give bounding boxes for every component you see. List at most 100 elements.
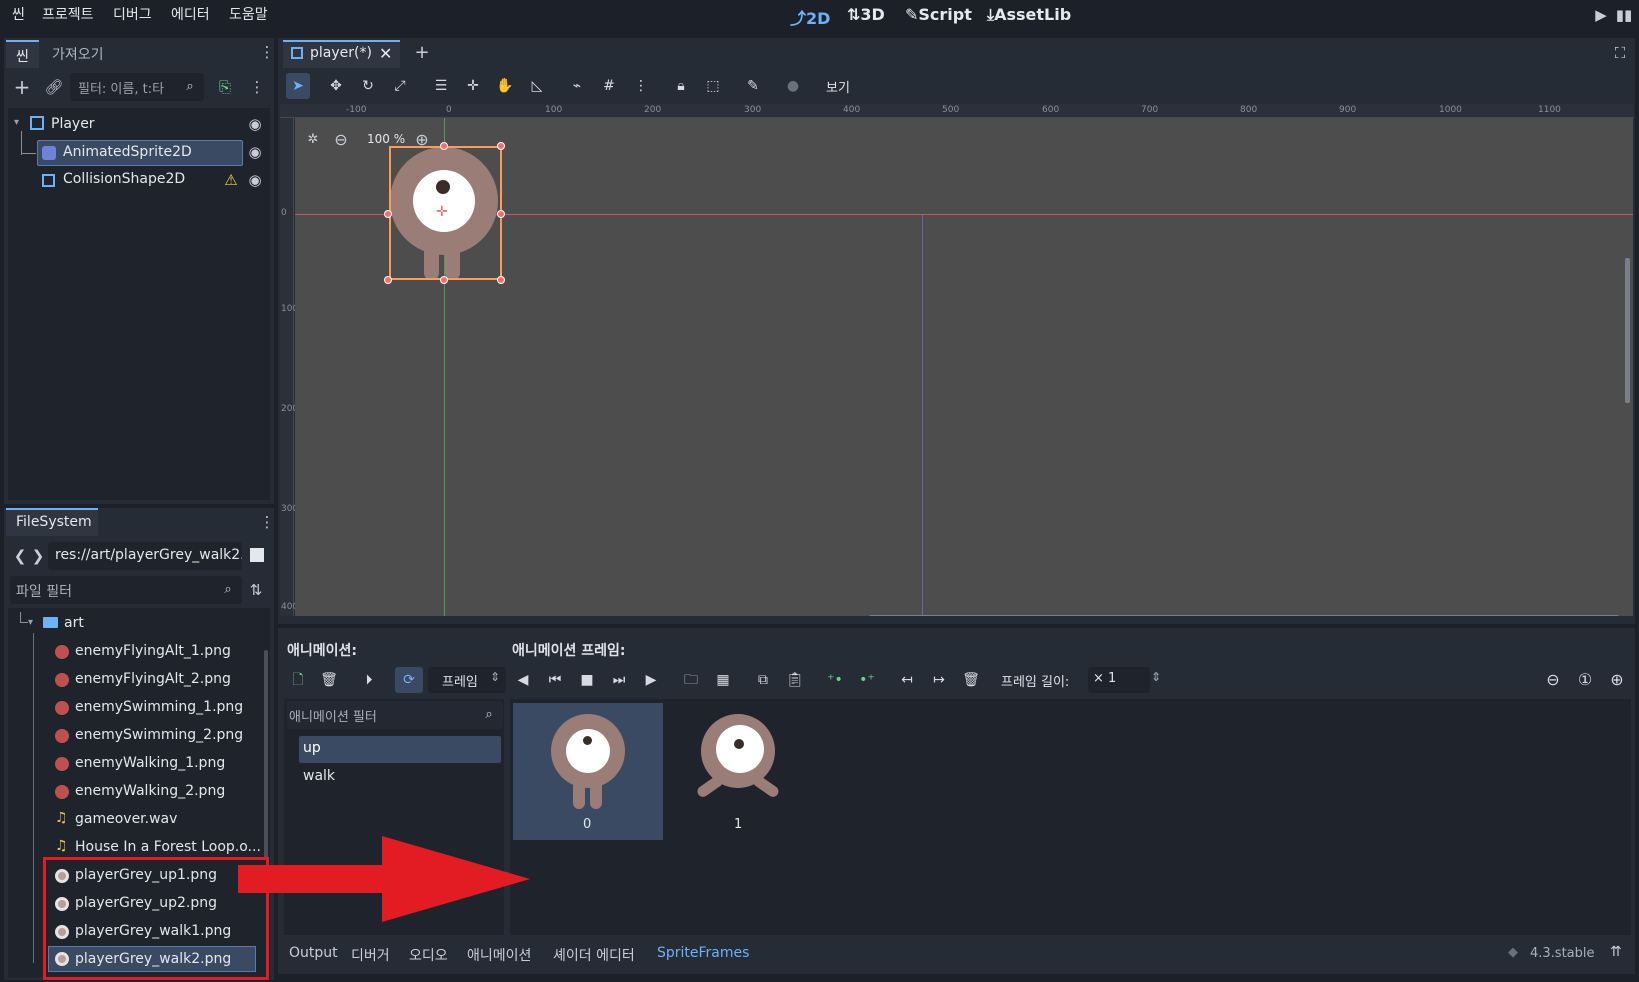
autoplay-icon[interactable]: ⏵ [358, 670, 380, 690]
ruler-icon[interactable]: ◺ [526, 76, 548, 96]
frame-item-1[interactable]: 1 [663, 703, 813, 840]
bone-icon[interactable]: ✎ [742, 76, 764, 96]
visibility-eye-icon[interactable]: ◉ [245, 170, 265, 190]
new-scene-tab-icon[interactable]: + [412, 43, 432, 63]
dock-menu-icon[interactable]: ⋮ [257, 512, 277, 532]
stop-icon[interactable]: ■ [576, 670, 598, 690]
move-right-icon[interactable]: ↦ [928, 670, 950, 690]
animation-item-walk[interactable]: walk [299, 764, 501, 791]
play-icon[interactable]: ▶ [640, 670, 662, 690]
move-left-icon[interactable]: ↤ [896, 670, 918, 690]
animation-filter-input[interactable]: 애니메이션 필터 ⌕ [287, 701, 503, 729]
file-item[interactable]: enemyFlyingAlt_2.png [50, 666, 250, 694]
menu-scene[interactable]: 씬 [12, 4, 25, 24]
center-view-icon[interactable]: ✲ [303, 130, 323, 150]
play-from-start-icon[interactable]: ⏭ [608, 670, 630, 690]
file-item[interactable]: enemyWalking_1.png [50, 750, 250, 778]
viewport-2d[interactable]: ✲ ⊖ 100 % ⊕ ✛ [295, 118, 1633, 616]
camera-icon[interactable]: ● [782, 76, 804, 96]
attach-script-icon[interactable]: ⎘ [215, 77, 235, 97]
group-icon[interactable]: ⬚ [702, 76, 724, 96]
animation-item-up[interactable]: up [299, 736, 501, 763]
file-filter-input[interactable]: 파일 필터 ⌕ [10, 576, 242, 604]
back-icon[interactable]: ❮ [10, 546, 30, 566]
scrollbar[interactable] [264, 650, 268, 860]
new-animation-icon[interactable]: 🗋︎ [287, 670, 309, 690]
collapse-arrow-icon[interactable]: ▾ [28, 617, 33, 628]
zoom-reset-icon[interactable]: ① [1574, 670, 1596, 690]
visibility-eye-icon[interactable]: ◉ [245, 114, 265, 134]
resize-handle[interactable] [497, 142, 505, 150]
view-menu[interactable]: 보기 [826, 77, 850, 96]
frame-item-0[interactable]: 0 [513, 703, 663, 840]
forward-icon[interactable]: ❯ [28, 546, 48, 566]
workspace-script[interactable]: ✎Script [905, 5, 972, 24]
bottom-tab-animation[interactable]: 애니메이션 [467, 945, 531, 965]
bottom-tab-debugger[interactable]: 디버거 [351, 945, 390, 965]
bottom-tab-spriteframes[interactable]: SpriteFrames [657, 945, 749, 961]
more-icon[interactable]: ⋮ [247, 77, 267, 97]
file-item[interactable]: enemyFlyingAlt_1.png [50, 638, 250, 666]
menu-debug[interactable]: 디버그 [113, 4, 152, 24]
pause-icon[interactable]: ▮▮ [1614, 5, 1634, 25]
pan-hand-icon[interactable]: ✋ [494, 76, 516, 96]
snap-options-icon[interactable]: ⋮ [630, 76, 652, 96]
resize-handle[interactable] [440, 142, 448, 150]
play-backwards-from-end-icon[interactable]: ⏮ [544, 670, 566, 690]
tree-item-player[interactable]: Player [51, 116, 95, 132]
resize-handle[interactable] [384, 210, 392, 218]
file-item[interactable]: ♫ gameover.wav [50, 806, 250, 834]
scene-filter-input[interactable]: 필터: 이름, t:타 ⌕ [70, 73, 204, 101]
link-icon[interactable]: 🔗︎ [44, 77, 64, 97]
viewport-scrollbar-h[interactable] [869, 615, 1619, 616]
expand-panel-icon[interactable]: ⇈ [1610, 944, 1622, 960]
insert-after-icon[interactable]: •⁺ [856, 670, 878, 690]
scale-icon[interactable]: ⤢ [389, 76, 411, 96]
file-item[interactable]: enemyWalking_2.png [50, 778, 250, 806]
resize-handle[interactable] [440, 276, 448, 284]
load-folder-icon[interactable]: 🗀︎ [680, 670, 702, 690]
zoom-in-icon[interactable]: ⊕ [1606, 670, 1628, 690]
resize-handle[interactable] [497, 210, 505, 218]
folder-art[interactable]: art [64, 615, 84, 631]
tab-filesystem[interactable]: FileSystem [6, 508, 98, 536]
zoom-level[interactable]: 100 % [367, 132, 405, 146]
path-field[interactable]: res://art/playerGrey_walk2. [48, 542, 242, 570]
delete-frame-icon[interactable]: 🗑︎ [960, 670, 982, 690]
resize-handle[interactable] [384, 276, 392, 284]
list-select-icon[interactable]: ☰ [430, 76, 452, 96]
play-icon[interactable]: ▶ [1591, 5, 1611, 25]
viewport-scrollbar-v[interactable] [1625, 258, 1630, 403]
menu-project[interactable]: 프로젝트 [42, 4, 94, 24]
play-backwards-icon[interactable]: ◀ [512, 670, 534, 690]
add-node-icon[interactable]: + [12, 77, 32, 97]
paste-icon[interactable]: 📋︎ [784, 670, 806, 690]
file-item[interactable]: enemySwimming_2.png [50, 722, 250, 750]
tree-item-collisionshape2d[interactable]: CollisionShape2D [63, 171, 185, 187]
rotate-icon[interactable]: ↻ [357, 76, 379, 96]
resize-handle[interactable] [497, 276, 505, 284]
workspace-2d[interactable]: ⤴2D [790, 5, 830, 29]
bottom-tab-shader-editor[interactable]: 셰이더 에디터 [553, 945, 635, 965]
tab-scene[interactable]: 씬 [6, 40, 39, 68]
fullscreen-icon[interactable]: ⛶ [1610, 43, 1630, 63]
frame-length-input[interactable]: × 1 [1088, 667, 1150, 693]
pivot-icon[interactable]: ✛ [462, 76, 484, 96]
bottom-tab-audio[interactable]: 오디오 [409, 945, 448, 965]
warning-icon[interactable]: ⚠ [221, 170, 241, 190]
grid-snap-icon[interactable]: # [598, 76, 620, 96]
smart-snap-icon[interactable]: ⌁ [566, 76, 588, 96]
split-view-icon[interactable] [250, 548, 264, 562]
tab-import[interactable]: 가져오기 [52, 44, 104, 64]
visibility-eye-icon[interactable]: ◉ [245, 142, 265, 162]
move-icon[interactable]: ✥ [325, 76, 347, 96]
insert-before-icon[interactable]: ⁺• [824, 670, 846, 690]
file-item[interactable]: enemySwimming_1.png [50, 694, 250, 722]
workspace-3d[interactable]: ⇅3D [847, 5, 885, 24]
dock-menu-icon[interactable]: ⋮ [257, 42, 277, 62]
sort-icon[interactable]: ⇅ [246, 580, 266, 600]
menu-editor[interactable]: 에디터 [171, 4, 210, 24]
zoom-out-icon[interactable]: ⊖ [331, 130, 351, 150]
collapse-arrow-icon[interactable]: ▾ [14, 117, 19, 128]
workspace-assetlib[interactable]: ⤓AssetLib [987, 5, 1071, 25]
